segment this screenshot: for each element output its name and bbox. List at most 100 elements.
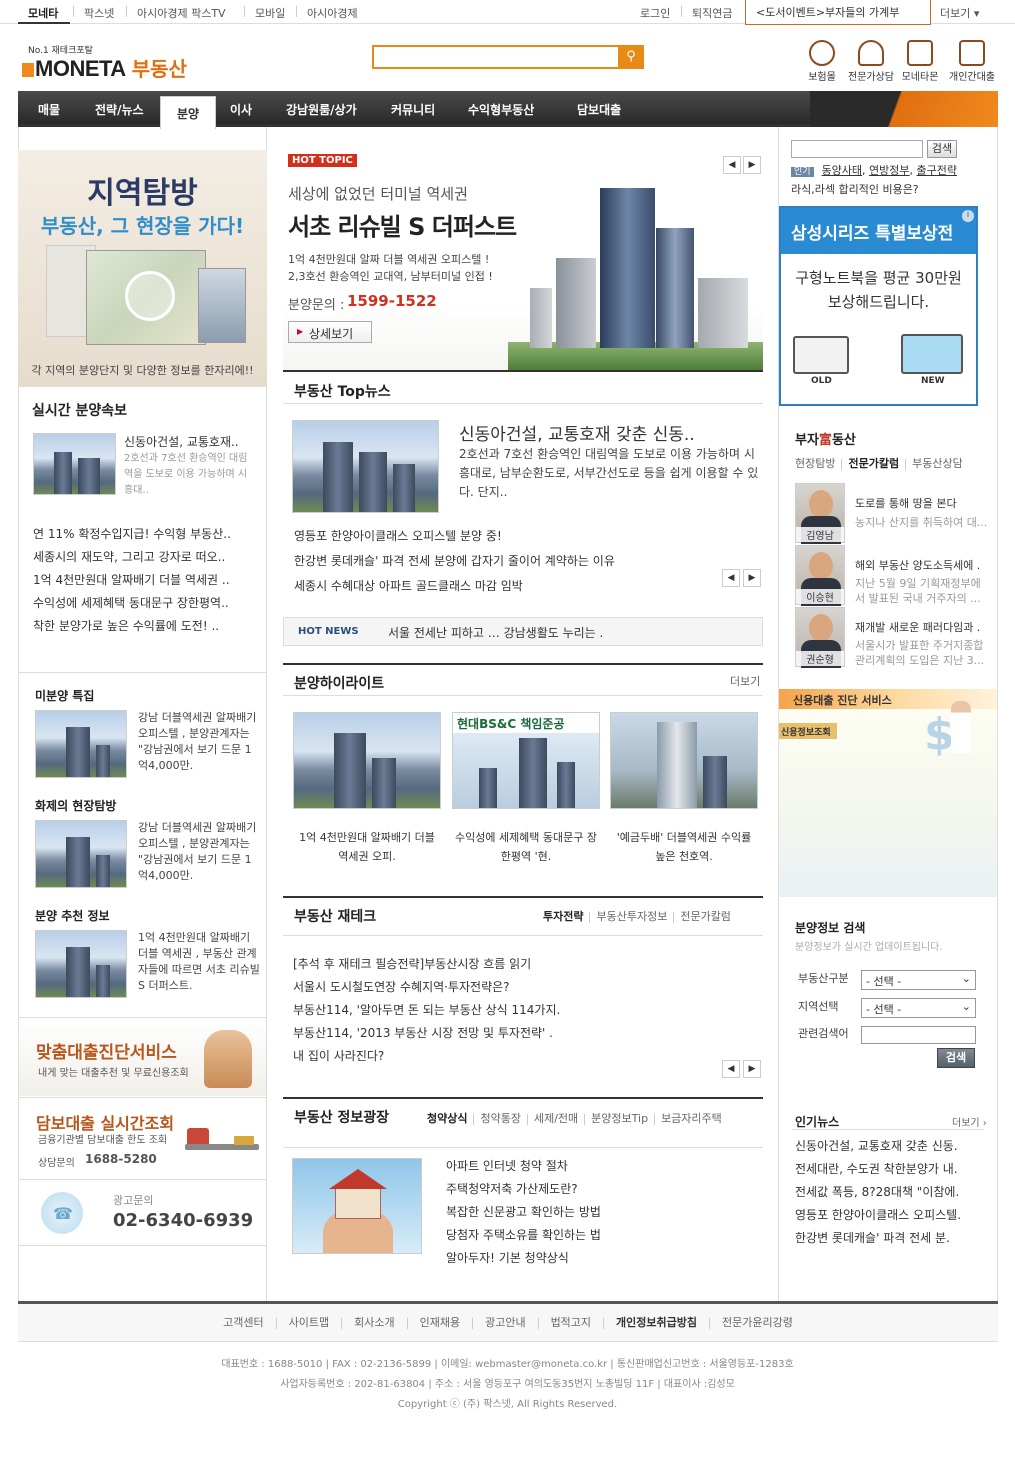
nav-item-presale[interactable]: 분양 [160,96,216,129]
site-visit-section-desc[interactable]: 강남 더블역세권 알짜배기 오피스텔 , 분양관계자는 "강남권에서 보기 드문… [138,820,260,884]
header-icon-monetamon[interactable]: 모네타몬 [895,40,945,83]
footer-link-privacy[interactable]: 개인정보취급방침 [616,1316,697,1329]
realtime-list-item[interactable]: 세종시의 재도약, 그리고 강자로 떠오.. [33,548,253,565]
recommend-section-image[interactable] [35,930,127,998]
popular-keyword[interactable]: 출구전략 [917,164,957,177]
site-visit-section-image[interactable] [35,820,127,888]
info-list-item[interactable]: 복잡한 신문광고 확인하는 방법 [446,1203,746,1220]
tech-list-item[interactable]: 내 집이 사라진다? [293,1047,723,1064]
category-select[interactable]: - 선택 - ⌄ [861,970,976,990]
tech-list-item[interactable]: 서울시 도시철도연장 수혜지역·투자전략은? [293,978,723,995]
tech-list-item[interactable]: 부동산114, '알아두면 돈 되는 부동산 상식 114가지. [293,1001,723,1018]
credit-loan-banner[interactable]: 신용대출 진단 서비스 신용정보조회 $ [779,689,997,897]
realtime-list-item[interactable]: 연 11% 확정수입지급! 수익형 부동산.. [33,525,253,542]
unsold-section-image[interactable] [35,710,127,778]
tech-list-item[interactable]: [추석 후 재테크 필승전략]부동산시장 흐름 읽기 [293,955,723,972]
popular-news-item[interactable]: 신동아건설, 교통호재 갖춘 신동. [795,1137,985,1154]
loan-diagnosis-banner[interactable]: 맞춤대출진단서비스 내게 맞는 대출추천 및 무료신용조회 [19,1018,266,1096]
region-tour-banner[interactable]: 지역탐방 부동산, 그 현장을 가다! 각 지역의 분양단지 및 다양한 정보를… [18,150,267,387]
top-news-item[interactable]: 세종시 수혜대상 아파트 골드클래스 마감 임박 [294,577,714,594]
highlight-image[interactable] [293,712,441,809]
region-select[interactable]: - 선택 - ⌄ [861,998,976,1018]
info-list-item[interactable]: 아파트 인터넷 청약 절차 [446,1157,746,1174]
nav-item-community[interactable]: 커뮤니티 [391,101,435,118]
popular-news-more-link[interactable]: 더보기 › [952,1114,987,1129]
hot-topic-banner[interactable]: HOT TOPIC 세상에 없었던 터미널 역세권 서초 리슈빌 S 더퍼스트 … [283,140,763,372]
popular-news-item[interactable]: 전세값 폭등, 8?28대책 "이참에. [795,1183,985,1200]
footer-link[interactable]: 법적고지 [551,1316,591,1329]
nav-item-moving[interactable]: 이사 [230,101,252,118]
tab-consulting[interactable]: 부동산상담 [912,457,963,470]
realtime-feature-title[interactable]: 신동아건설, 교통호재.. [124,433,239,450]
site-logo[interactable]: MONETA 부동산 [22,54,187,80]
popular-news-item[interactable]: 영등포 한양아이클래스 오피스텔. [795,1206,985,1223]
column-title[interactable]: 해외 부동산 양도소득세에 . [855,557,980,573]
nav-item-gangnam[interactable]: 강남원룸/상가 [286,101,357,118]
info-list-item[interactable]: 알아두자! 기본 청약상식 [446,1249,746,1266]
top-news-item[interactable]: 영등포 한양아이클래스 오피스텔 분양 중! [294,527,714,544]
tech-list-item[interactable]: 부동산114, '2013 부동산 시장 전망 및 투자전략' . [293,1024,723,1041]
nav-item-income[interactable]: 수익형부동산 [468,101,534,118]
avatar[interactable]: 김영남 [795,483,845,544]
keyword-input[interactable] [861,1026,976,1044]
info-list-item[interactable]: 주택청약저축 가산제도란? [446,1180,746,1197]
event-banner-link[interactable]: <도서이벤트>부자들의 가계부 [745,0,931,25]
info-icon[interactable]: i [962,210,974,222]
highlight-more-link[interactable]: 더보기 [730,673,760,689]
tab-invest-strategy[interactable]: 투자전략 [543,910,583,923]
column-title[interactable]: 재개발 새로운 패러다임과 . [855,619,980,635]
site-search-button[interactable]: ⚲ [618,45,644,69]
highlight-image[interactable] [610,712,758,809]
hot-topic-prev-button[interactable]: ◀ [723,156,741,174]
popular-news-item[interactable]: 한강변 롯데캐슬' 파격 전세 분. [795,1229,985,1246]
info-plaza-image[interactable] [292,1158,422,1254]
tab-tax-resale[interactable]: 세제/전매 [534,1112,578,1125]
hot-topic-detail-button[interactable]: ▶ 상세보기 [288,321,372,343]
pension-link[interactable]: 퇴직연금 [692,5,732,21]
tab-invest-info[interactable]: 부동산투자정보 [596,910,667,923]
top-news-prev-button[interactable]: ◀ [722,569,740,587]
nav-item-listings[interactable]: 매물 [38,101,60,118]
highlight-caption[interactable]: 1억 4천만원대 알짜배기 더블 역세권 오피. [293,828,441,866]
unsold-section-desc[interactable]: 강남 더블역세권 알짜배기 오피스텔 , 분양관계자는 "강남권에서 보기 드문… [138,710,260,774]
tab-subscription-account[interactable]: 청약통장 [480,1112,520,1125]
tab-expert-column-right[interactable]: 전문가칼럼 [848,457,899,470]
presale-search-button[interactable]: 검색 [937,1048,975,1068]
info-list-item[interactable]: 당첨자 주택소유를 확인하는 법 [446,1226,746,1243]
footer-link[interactable]: 고객센터 [223,1316,263,1329]
header-icon-expert[interactable]: 전문가상담 [846,40,896,83]
popular-keyword[interactable]: 동양사태 [822,164,862,177]
popular-keyword[interactable]: 연방정부 [869,164,909,177]
avatar[interactable]: 권순형 [795,607,845,668]
header-icon-p2p-loan[interactable]: 개인간대출 [947,40,997,83]
tab-field-visit[interactable]: 현장탐방 [795,457,835,470]
right-search-input[interactable] [791,140,923,158]
top-news-feature-image[interactable] [292,420,439,513]
topbar-more-dropdown[interactable]: 더보기 ▾ [940,5,979,21]
avatar[interactable]: 이승현 [795,545,845,606]
popular-keyword-line2[interactable]: 라식,라섹 합리적인 비용은? [791,181,919,197]
highlight-caption[interactable]: '예금두배' 더블역세권 수익률 높은 천호역. [610,828,758,866]
header-icon-insurance[interactable]: 보험몰 [797,40,847,83]
nav-item-news[interactable]: 전략/뉴스 [95,101,144,118]
hot-news-text[interactable]: 서울 전세난 피하고 … 강남생활도 누리는 . [388,624,603,641]
nav-item-mortgage[interactable]: 담보대출 [577,101,621,118]
footer-link[interactable]: 회사소개 [354,1316,394,1329]
realtime-list-item[interactable]: 1억 4천만원대 알짜배기 더블 역세권 .. [33,571,253,588]
right-search-button[interactable]: 검색 [927,140,957,158]
tab-presale-tip[interactable]: 분양정보Tip [591,1112,648,1125]
footer-link[interactable]: 광고안내 [485,1316,525,1329]
column-title[interactable]: 도로를 통해 땅을 본다 [855,495,957,511]
tech-next-button[interactable]: ▶ [743,1060,761,1078]
topbar-link-paxtv[interactable]: 아시아경제 팍스TV [137,5,226,21]
tech-prev-button[interactable]: ◀ [722,1060,740,1078]
highlight-image[interactable]: 현대BS&C 책임준공 [452,712,600,809]
popular-news-item[interactable]: 전세대란, 수도권 착한분양가 내. [795,1160,985,1177]
samsung-ad-banner[interactable]: 삼성시리즈 특별보상전 i 구형노트북을 평균 30만원 보상해드립니다. OL… [779,206,978,406]
topbar-link-paxnet[interactable]: 팍스넷 [84,5,114,21]
realtime-feature-image[interactable] [33,433,116,495]
realtime-list-item[interactable]: 수익성에 세제혜택 동대문구 장한평역.. [33,594,253,611]
hot-topic-next-button[interactable]: ▶ [743,156,761,174]
footer-link[interactable]: 사이트맵 [289,1316,329,1329]
top-news-feature-title[interactable]: 신동아건설, 교통호재 갖춘 신동.. [459,420,695,445]
